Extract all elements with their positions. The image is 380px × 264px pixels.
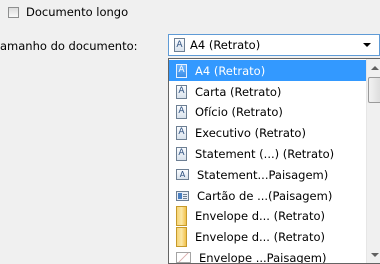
portrait-page-icon: A — [176, 125, 187, 140]
list-item-letter-portrait[interactable]: A Carta (Retrato) — [169, 81, 366, 102]
long-document-checkbox[interactable] — [8, 6, 19, 18]
list-item-label: Ofício (Retrato) — [195, 104, 283, 119]
portrait-page-icon: A — [176, 146, 187, 161]
list-item-label: Carta (Retrato) — [195, 84, 282, 99]
document-size-label: amanho do documento: — [0, 39, 138, 53]
scroll-up-arrow-icon[interactable] — [371, 66, 379, 70]
list-item-statement-landscape[interactable]: A Statement...Paisagem) — [169, 164, 366, 185]
list-item-label: Envelope d... (Retrato) — [195, 229, 325, 244]
list-item-label: Cartão de ...(Paisagem) — [197, 188, 333, 203]
chevron-down-icon[interactable] — [363, 43, 371, 47]
scroll-down-arrow-icon[interactable] — [371, 253, 379, 257]
envelope-portrait-icon — [176, 226, 187, 247]
list-item-label: Statement (...) (Retrato) — [195, 146, 335, 161]
long-document-option[interactable]: Documento longo — [8, 4, 128, 20]
landscape-page-icon: A — [176, 169, 189, 180]
portrait-page-icon: A — [176, 84, 187, 99]
list-item-business-card-landscape[interactable]: Cartão de ...(Paisagem) — [169, 185, 366, 206]
portrait-page-icon: A — [174, 38, 185, 52]
long-document-label: Documento longo — [26, 5, 129, 19]
document-size-dropdown[interactable]: A A4 (Retrato) — [168, 34, 380, 56]
portrait-page-icon: A — [176, 104, 187, 119]
list-item-envelope-portrait-2[interactable]: Envelope d... (Retrato) — [169, 226, 366, 247]
envelope-portrait-icon — [176, 205, 187, 226]
list-item-legal-portrait[interactable]: A Ofício (Retrato) — [169, 101, 366, 122]
list-scrollbar[interactable] — [366, 59, 380, 263]
list-item-label: Envelope ...Paisagem) — [199, 250, 327, 264]
business-card-icon — [176, 190, 189, 201]
list-item-a4-portrait[interactable]: A A4 (Retrato) — [169, 60, 366, 81]
list-item-label: Executivo (Retrato) — [195, 125, 306, 140]
list-item-envelope-landscape[interactable]: Envelope ...Paisagem) — [169, 247, 366, 264]
list-item-envelope-portrait-1[interactable]: Envelope d... (Retrato) — [169, 205, 366, 226]
document-size-selected-value: A4 (Retrato) — [190, 38, 261, 52]
scrollbar-thumb[interactable] — [368, 77, 380, 103]
list-item-statement-portrait[interactable]: A Statement (...) (Retrato) — [169, 143, 366, 164]
list-item-label: A4 (Retrato) — [195, 63, 266, 78]
envelope-landscape-icon — [176, 252, 191, 263]
list-item-label: Statement...Paisagem) — [197, 167, 329, 182]
portrait-page-icon: A — [176, 63, 187, 78]
list-item-label: Envelope d... (Retrato) — [195, 208, 325, 223]
document-size-list: A A4 (Retrato) A Carta (Retrato) A Ofíci… — [168, 58, 380, 264]
list-item-executive-portrait[interactable]: A Executivo (Retrato) — [169, 122, 366, 143]
